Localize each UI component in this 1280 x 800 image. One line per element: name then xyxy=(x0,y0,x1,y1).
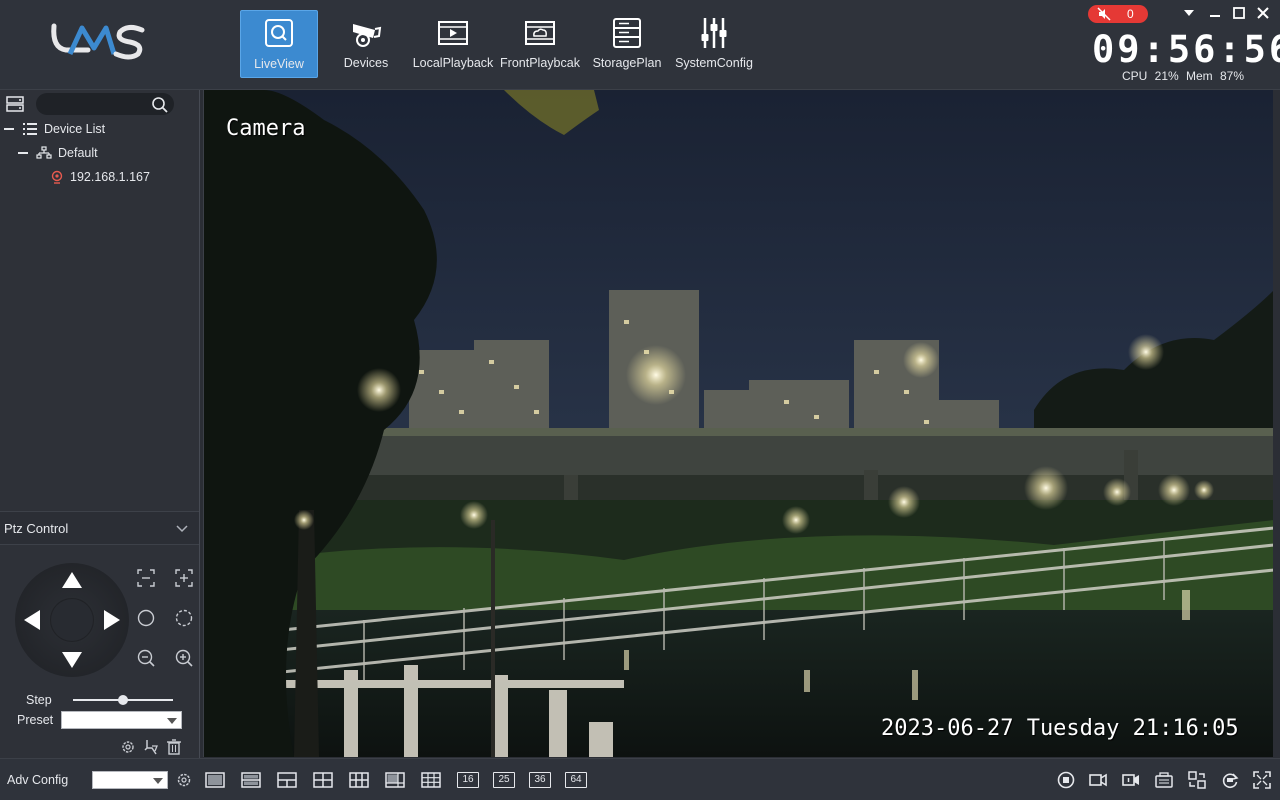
liveview-icon xyxy=(265,19,293,47)
caret-down-icon xyxy=(167,718,177,724)
layout-2-icon[interactable] xyxy=(241,772,261,788)
step-slider[interactable] xyxy=(73,694,173,706)
chevron-down-icon[interactable] xyxy=(176,525,188,533)
nav-liveview-tab[interactable]: LiveView xyxy=(240,10,318,78)
layout-36-button[interactable]: 36 xyxy=(529,772,551,788)
nav-label: LiveView xyxy=(254,57,304,71)
focus-far-icon[interactable] xyxy=(174,568,194,588)
settings-gear-icon[interactable] xyxy=(175,771,193,789)
top-bar: LiveView Devices LocalPlayback FrontPlay… xyxy=(0,0,1280,90)
layout-25-button[interactable]: 25 xyxy=(493,772,515,788)
tree-device-item[interactable]: 192.168.1.167 xyxy=(50,167,150,187)
call-preset-icon[interactable] xyxy=(142,738,160,756)
film-play-icon xyxy=(438,21,468,45)
dropdown-menu-icon[interactable] xyxy=(1182,6,1196,20)
night-city-scene xyxy=(204,90,1273,757)
search-icon[interactable] xyxy=(151,96,169,114)
zoom-in-icon[interactable] xyxy=(174,648,194,668)
film-cloud-icon xyxy=(525,21,555,45)
camera-device-icon xyxy=(353,24,382,47)
layout-4-icon[interactable] xyxy=(313,772,333,788)
minimize-icon[interactable] xyxy=(1208,6,1222,20)
layout-16-button[interactable]: 16 xyxy=(457,772,479,788)
alarm-indicator[interactable]: 0 xyxy=(1088,5,1148,23)
system-clock: 09:56:56 xyxy=(1092,28,1280,71)
layout-8-icon[interactable] xyxy=(385,772,405,788)
tree-label: Device List xyxy=(44,122,106,136)
nav-localplayback-tab[interactable]: LocalPlayback xyxy=(410,10,496,78)
iris-open-icon[interactable] xyxy=(174,608,194,628)
step-label: Step xyxy=(26,693,52,707)
delete-preset-icon[interactable] xyxy=(165,738,183,756)
layout-6-icon[interactable] xyxy=(349,772,369,788)
ptz-up-arrow[interactable] xyxy=(62,572,82,588)
nav-frontplayback-tab[interactable]: FrontPlaybcak xyxy=(497,10,583,78)
device-list-icon[interactable] xyxy=(6,96,26,114)
ptz-joystick[interactable] xyxy=(15,563,129,677)
caret-down-icon xyxy=(153,778,163,784)
preset-label: Preset xyxy=(17,713,54,727)
list-icon xyxy=(23,123,37,135)
lms-logo xyxy=(51,23,145,60)
alarm-count: 0 xyxy=(1127,7,1134,21)
nav-label: Devices xyxy=(343,56,389,70)
focus-near-icon[interactable] xyxy=(136,568,156,588)
layout-3-icon[interactable] xyxy=(277,772,297,788)
ptz-control-header[interactable]: Ptz Control xyxy=(0,511,199,545)
storage-icon xyxy=(613,18,641,48)
stop-all-icon[interactable] xyxy=(1056,770,1076,790)
tree-group-default[interactable]: Default xyxy=(18,143,98,163)
start-record-icon[interactable] xyxy=(1121,770,1141,790)
tree-label: Default xyxy=(58,146,98,160)
preset-select[interactable] xyxy=(61,711,182,729)
nav-systemconfig-tab[interactable]: SystemConfig xyxy=(672,10,756,78)
device-camera-icon xyxy=(51,170,63,184)
zoom-out-icon[interactable] xyxy=(136,648,156,668)
layout-1-icon[interactable] xyxy=(205,772,225,788)
adv-config-select[interactable] xyxy=(92,771,168,789)
nav-label: StoragePlan xyxy=(592,56,662,70)
nav-label: LocalPlayback xyxy=(412,56,494,70)
left-panel: Device List Default 192.168.1.167 Ptz Co… xyxy=(0,90,200,758)
ptz-left-arrow[interactable] xyxy=(24,610,40,630)
system-usage: CPU 21% Mem 87% xyxy=(1100,69,1266,83)
ptz-center-button[interactable] xyxy=(51,599,93,641)
ptz-title: Ptz Control xyxy=(4,521,69,536)
layout-9-icon[interactable] xyxy=(421,772,441,788)
collapse-icon[interactable] xyxy=(4,128,14,130)
cpu-usage: CPU 21% xyxy=(1121,69,1179,83)
device-search-bar xyxy=(6,92,196,118)
maximize-icon[interactable] xyxy=(1232,6,1246,20)
fullscreen-icon[interactable] xyxy=(1252,770,1272,790)
settings-gear-icon[interactable] xyxy=(119,738,137,756)
iris-close-icon[interactable] xyxy=(136,608,156,628)
live-video-view[interactable]: Camera 2023-06-27 Tuesday 21:16:05 xyxy=(203,90,1273,757)
close-icon[interactable] xyxy=(1256,6,1270,20)
bottom-toolbar: Adv Config 16 25 36 64 xyxy=(0,758,1280,800)
slider-knob[interactable] xyxy=(118,695,128,705)
tree-label: 192.168.1.167 xyxy=(70,170,150,184)
osd-timestamp: 2023-06-27 Tuesday 21:16:05 xyxy=(881,716,1239,741)
snapshot-icon[interactable] xyxy=(1154,770,1174,790)
ptz-down-arrow[interactable] xyxy=(62,652,82,668)
adv-config-label: Adv Config xyxy=(7,773,69,787)
network-group-icon xyxy=(36,146,52,159)
nav-storageplan-tab[interactable]: StoragePlan xyxy=(590,10,664,78)
collapse-icon[interactable] xyxy=(18,152,28,154)
mem-usage: Mem 87% xyxy=(1186,69,1245,83)
mute-icon xyxy=(1097,7,1111,21)
tree-root-device-list[interactable]: Device List xyxy=(4,119,105,139)
ptz-right-arrow[interactable] xyxy=(104,610,120,630)
record-video-icon[interactable] xyxy=(1088,770,1108,790)
layout-64-button[interactable]: 64 xyxy=(565,772,587,788)
nav-devices-tab[interactable]: Devices xyxy=(336,10,396,78)
app-window: LiveView Devices LocalPlayback FrontPlay… xyxy=(0,0,1280,800)
osd-camera-name: Camera xyxy=(226,116,306,141)
sliders-icon xyxy=(701,18,727,48)
switch-stream-icon[interactable] xyxy=(1187,770,1207,790)
nav-label: FrontPlaybcak xyxy=(500,56,580,70)
refresh-icon[interactable] xyxy=(1220,770,1240,790)
nav-label: SystemConfig xyxy=(675,56,753,70)
